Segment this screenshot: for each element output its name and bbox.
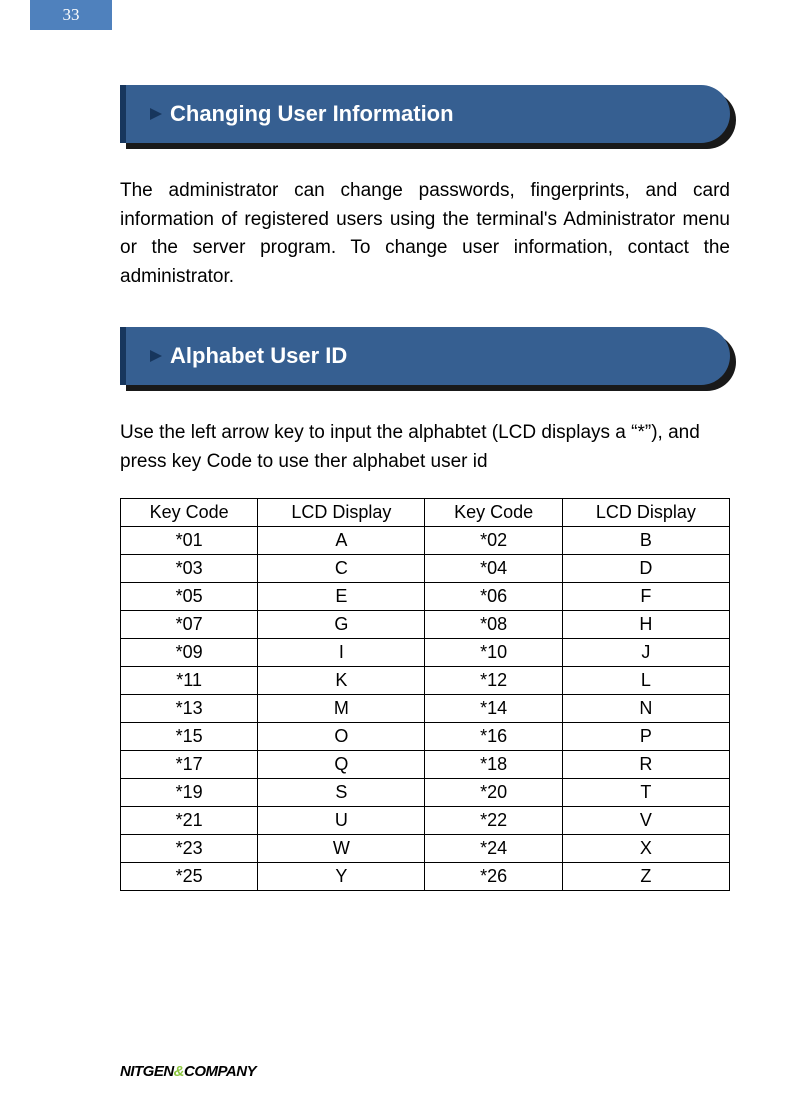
table-cell: *17 — [121, 751, 258, 779]
key-code-table: Key Code LCD Display Key Code LCD Displa… — [120, 498, 730, 891]
table-cell: K — [258, 667, 425, 695]
section-banner-alphabet-user-id: Alphabet User ID — [120, 327, 730, 391]
table-cell: *24 — [425, 835, 562, 863]
table-cell: Z — [562, 863, 729, 891]
table-row: *17Q*18R — [121, 751, 730, 779]
table-row: *13M*14N — [121, 695, 730, 723]
table-header: LCD Display — [562, 499, 729, 527]
table-cell: V — [562, 807, 729, 835]
footer-part2: COMPANY — [184, 1063, 256, 1080]
table-cell: W — [258, 835, 425, 863]
table-cell: *11 — [121, 667, 258, 695]
table-cell: *05 — [121, 583, 258, 611]
table-header: Key Code — [425, 499, 562, 527]
table-cell: Y — [258, 863, 425, 891]
arrow-icon — [150, 108, 162, 120]
table-row: *19S*20T — [121, 779, 730, 807]
table-cell: *13 — [121, 695, 258, 723]
table-cell: *20 — [425, 779, 562, 807]
table-header: Key Code — [121, 499, 258, 527]
table-cell: A — [258, 527, 425, 555]
section1-body: The administrator can change passwords, … — [120, 177, 730, 291]
table-cell: *03 — [121, 555, 258, 583]
table-header: LCD Display — [258, 499, 425, 527]
table-cell: *22 — [425, 807, 562, 835]
table-cell: X — [562, 835, 729, 863]
table-header-row: Key Code LCD Display Key Code LCD Displa… — [121, 499, 730, 527]
footer-amp: & — [174, 1063, 184, 1080]
section-banner-changing-user-info: Changing User Information — [120, 85, 730, 149]
footer-logo: NITGEN&COMPANY — [120, 1063, 256, 1080]
table-row: *01A*02B — [121, 527, 730, 555]
table-row: *07G*08H — [121, 611, 730, 639]
table-cell: L — [562, 667, 729, 695]
page-content: Changing User Information The administra… — [120, 85, 730, 891]
table-cell: U — [258, 807, 425, 835]
table-cell: F — [562, 583, 729, 611]
page-number: 33 — [30, 0, 112, 30]
table-cell: *06 — [425, 583, 562, 611]
arrow-icon — [150, 350, 162, 362]
table-cell: *19 — [121, 779, 258, 807]
table-cell: D — [562, 555, 729, 583]
table-cell: G — [258, 611, 425, 639]
table-row: *21U*22V — [121, 807, 730, 835]
table-cell: *07 — [121, 611, 258, 639]
table-cell: J — [562, 639, 729, 667]
table-cell: *16 — [425, 723, 562, 751]
table-cell: *08 — [425, 611, 562, 639]
table-cell: C — [258, 555, 425, 583]
table-cell: *01 — [121, 527, 258, 555]
table-row: *09I*10J — [121, 639, 730, 667]
section2-body: Use the left arrow key to input the alph… — [120, 419, 730, 476]
table-cell: *26 — [425, 863, 562, 891]
table-cell: R — [562, 751, 729, 779]
table-cell: P — [562, 723, 729, 751]
table-cell: Q — [258, 751, 425, 779]
table-cell: H — [562, 611, 729, 639]
table-cell: *12 — [425, 667, 562, 695]
table-row: *25Y*26Z — [121, 863, 730, 891]
table-cell: *04 — [425, 555, 562, 583]
table-row: *23W*24X — [121, 835, 730, 863]
table-cell: E — [258, 583, 425, 611]
table-cell: S — [258, 779, 425, 807]
table-cell: *21 — [121, 807, 258, 835]
section-title: Alphabet User ID — [170, 343, 347, 369]
table-cell: M — [258, 695, 425, 723]
table-row: *15O*16P — [121, 723, 730, 751]
footer-part1: NITGEN — [120, 1063, 174, 1080]
table-cell: I — [258, 639, 425, 667]
table-row: *11K*12L — [121, 667, 730, 695]
table-cell: O — [258, 723, 425, 751]
section-title: Changing User Information — [170, 101, 454, 127]
table-cell: *02 — [425, 527, 562, 555]
table-cell: *25 — [121, 863, 258, 891]
table-cell: *23 — [121, 835, 258, 863]
table-cell: T — [562, 779, 729, 807]
table-cell: *14 — [425, 695, 562, 723]
table-row: *05E*06F — [121, 583, 730, 611]
table-cell: N — [562, 695, 729, 723]
table-cell: *15 — [121, 723, 258, 751]
table-cell: B — [562, 527, 729, 555]
table-cell: *09 — [121, 639, 258, 667]
table-cell: *18 — [425, 751, 562, 779]
table-cell: *10 — [425, 639, 562, 667]
table-row: *03C*04D — [121, 555, 730, 583]
